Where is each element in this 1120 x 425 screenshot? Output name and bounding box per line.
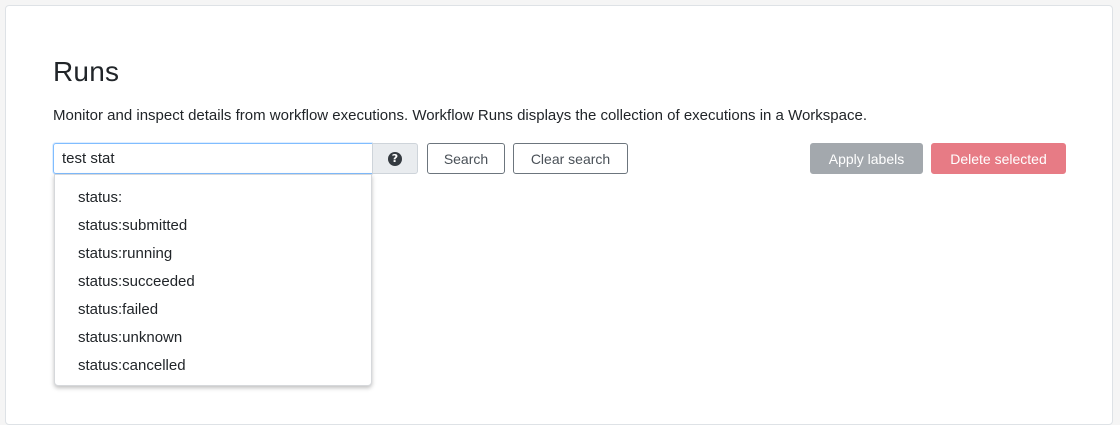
clear-search-button[interactable]: Clear search [513, 143, 628, 174]
suggestion-item[interactable]: status:cancelled [55, 352, 371, 380]
suggestion-item[interactable]: status:submitted [55, 212, 371, 240]
apply-labels-button[interactable]: Apply labels [810, 143, 923, 174]
search-help-button[interactable]: ? [372, 143, 418, 174]
suggestion-item[interactable]: status: [55, 184, 371, 212]
delete-selected-button[interactable]: Delete selected [931, 143, 1066, 174]
search-suggestions-dropdown: status: status:submitted status:running … [54, 174, 372, 386]
suggestion-item[interactable]: status:running [55, 240, 371, 268]
page-title: Runs [53, 56, 120, 87]
suggestion-item[interactable]: status:failed [55, 296, 371, 324]
search-button[interactable]: Search [427, 143, 505, 174]
suggestion-item[interactable]: status:unknown [55, 324, 371, 352]
runs-card: Runs Monitor and inspect details from wo… [5, 5, 1113, 425]
question-circle-icon: ? [388, 151, 402, 166]
suggestion-item[interactable]: status:succeeded [55, 268, 371, 296]
search-input[interactable] [53, 143, 372, 174]
page-description: Monitor and inspect details from workflo… [53, 107, 867, 124]
